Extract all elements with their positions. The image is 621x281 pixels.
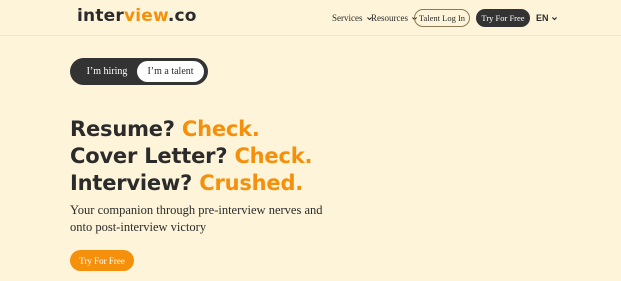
interview-co-logo[interactable]: interview.co	[77, 6, 197, 26]
headline-line-3-accent: Crushed.	[199, 171, 304, 195]
services-menu[interactable]: Services	[332, 13, 373, 23]
headline-line-2: Cover Letter? Check.	[70, 143, 312, 169]
resources-menu[interactable]: Resources	[371, 13, 418, 23]
try-for-free-nav-button[interactable]: Try For Free	[476, 9, 530, 27]
audience-toggle: I’m hiring I’m a talent	[70, 58, 208, 85]
toggle-option-talent[interactable]: I’m a talent	[137, 61, 204, 82]
talent-login-button[interactable]: Talent Log In	[414, 9, 470, 27]
headline-line-1: Resume? Check.	[70, 116, 260, 142]
top-navigation-bar: interview.co Services Resources Talent L…	[0, 0, 621, 36]
headline-line-1-text: Resume?	[70, 117, 175, 141]
headline-line-3-text: Interview?	[70, 171, 193, 195]
chevron-down-icon	[551, 16, 557, 20]
hero-subtitle: Your companion through pre-interview ner…	[70, 203, 323, 234]
language-label: EN	[536, 13, 549, 23]
toggle-option-hiring[interactable]: I’m hiring	[74, 62, 140, 81]
logo-text-co: .co	[167, 6, 197, 26]
resources-label: Resources	[371, 13, 408, 23]
headline-line-2-accent: Check.	[234, 144, 313, 168]
headline-line-1-accent: Check.	[181, 117, 260, 141]
headline-line-2-text: Cover Letter?	[70, 144, 228, 168]
logo-text-inter: inter	[77, 6, 124, 26]
services-label: Services	[332, 13, 363, 23]
logo-text-view: view	[123, 6, 168, 26]
headline-line-3: Interview? Crushed.	[70, 170, 303, 196]
try-for-free-hero-button[interactable]: Try For Free	[70, 250, 134, 271]
language-selector[interactable]: EN	[536, 13, 558, 23]
